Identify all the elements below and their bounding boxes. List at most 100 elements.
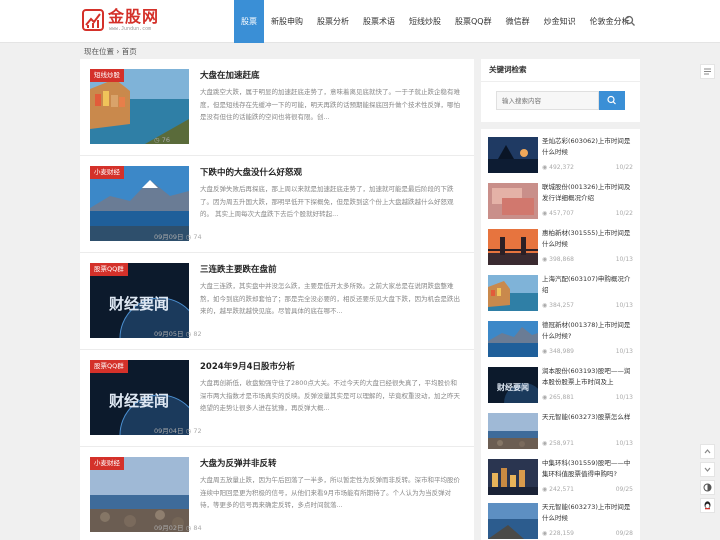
list-item[interactable]: 圣灿芯彩(603062)上市时间是什么时候 ◉ 492,372 10/22 <box>488 135 633 175</box>
post-title[interactable]: 2024年9月4日股市分析 <box>200 361 295 373</box>
nav-item-stocks[interactable]: 股票 <box>234 0 264 43</box>
main-nav: 股票 新股申购 股票分析 股票术语 短线炒股 股票QQ群 微信群 炒金知识 伦敦… <box>234 0 637 43</box>
item-date: 09/28 <box>615 530 633 537</box>
nav-item-gold[interactable]: 炒金知识 <box>537 0 583 43</box>
item-title[interactable]: 联城股份(001326)上市时间及发行详细概况介绍 <box>542 182 634 204</box>
list-item[interactable]: 天元智能(603273)上市时间是什么时候 ◉ 228,159 09/28 <box>488 501 633 540</box>
nav-item-short-term[interactable]: 短线炒股 <box>402 0 448 43</box>
post-item[interactable]: 财经要闻 股票QQ群 2024年9月4日股市分析 大盘再创新低，收盘勉强守住了2… <box>80 350 474 447</box>
list-item[interactable]: 天元智能(603273)股票怎么样 ◉ 258,971 10/13 <box>488 411 633 451</box>
list-item[interactable]: 联城股份(001326)上市时间及发行详细概况介绍 ◉ 457,707 10/2… <box>488 181 633 221</box>
scroll-top-button[interactable] <box>700 444 715 459</box>
item-thumbnail[interactable] <box>488 321 538 357</box>
item-title[interactable]: 德冠新材(001378)上市时间是什么时候? <box>542 320 634 342</box>
bridge-image <box>488 229 538 265</box>
item-date: 10/13 <box>615 256 633 263</box>
list-item[interactable]: 上海汽配(603107)申购概况介绍 ◉ 384,257 10/13 <box>488 273 633 313</box>
post-item[interactable]: 短线炒股 大盘在加速赶底 大盘跳空大跌，属于明显的加速赶底走势了，意味着离见底就… <box>80 59 474 156</box>
list-item[interactable]: 惠柏新材(301555)上市时间是什么时候 ◉ 398,868 10/13 <box>488 227 633 267</box>
list-item[interactable]: 德冠新材(001378)上市时间是什么时候? ◉ 348,989 10/13 <box>488 319 633 359</box>
item-views: ◉ 348,989 <box>542 348 574 355</box>
list-item[interactable]: 中集环科(301559)股吧——中集环科值股票值得申购吗? ◉ 242,571 … <box>488 457 633 497</box>
post-title[interactable]: 三连跌主要跌在盘前 <box>200 264 277 276</box>
item-views: ◉ 457,707 <box>542 210 574 217</box>
category-badge[interactable]: 短线炒股 <box>90 69 124 82</box>
list-icon <box>704 68 711 75</box>
list-item[interactable]: 财经要闻 润本股份(603193)股吧——润本股份股票上市时间及上 ◉ 265,… <box>488 365 633 405</box>
post-title[interactable]: 下跌中的大盘没什么好怒观 <box>200 167 302 179</box>
item-thumbnail[interactable] <box>488 183 538 219</box>
theme-toggle-button[interactable] <box>700 480 715 495</box>
item-title[interactable]: 润本股份(603193)股吧——润本股份股票上市时间及上 <box>542 366 634 388</box>
post-excerpt: 大盘三连跌，其实盘中并没怎么跌，主要是低开太多所致。之前大家总是在说阴跌盘整难熬… <box>200 282 460 315</box>
item-title[interactable]: 惠柏新材(301555)上市时间是什么时候 <box>542 228 634 250</box>
post-list: 短线炒股 大盘在加速赶底 大盘跳空大跌，属于明显的加速赶底走势了，意味着离见底就… <box>80 59 474 540</box>
logo-chart-icon <box>82 9 104 31</box>
post-item[interactable]: 财经要闻 股票QQ群 三连跌主要跌在盘前 大盘三连跌，其实盘中并没怎么跌，主要是… <box>80 253 474 350</box>
item-thumbnail[interactable] <box>488 137 538 173</box>
search-button[interactable] <box>599 91 625 110</box>
post-thumbnail[interactable]: 财经要闻 股票QQ群 <box>90 263 189 338</box>
logo-text: 金股网 <box>108 7 160 26</box>
item-views: ◉ 265,881 <box>542 394 574 401</box>
post-item[interactable]: 小麦财经 大盘为反弹并非反转 大盘周五放量止跌，因为午后回落了一半多，所以暂定性… <box>80 447 474 540</box>
item-thumbnail[interactable] <box>488 413 538 449</box>
qq-icon <box>704 501 711 510</box>
category-badge[interactable]: 股票QQ群 <box>90 360 128 373</box>
chevron-down-icon <box>704 467 711 472</box>
item-date: 10/13 <box>615 440 633 447</box>
item-date: 10/13 <box>615 302 633 309</box>
item-title[interactable]: 圣灿芯彩(603062)上市时间是什么时候 <box>542 136 634 158</box>
post-thumbnail[interactable]: 财经要闻 股票QQ群 <box>90 360 189 435</box>
rocky-shore-image <box>488 413 538 449</box>
scroll-bottom-button[interactable] <box>700 462 715 477</box>
category-badge[interactable]: 小麦财经 <box>90 457 124 470</box>
item-date: 10/13 <box>615 348 633 355</box>
post-title[interactable]: 大盘在加速赶底 <box>200 70 260 82</box>
item-title[interactable]: 天元智能(603273)上市时间是什么时候 <box>542 502 634 524</box>
item-thumbnail[interactable]: 财经要闻 <box>488 367 538 403</box>
item-thumbnail[interactable] <box>488 275 538 311</box>
chevron-up-icon <box>704 449 711 454</box>
category-badge[interactable]: 小麦财经 <box>90 166 124 179</box>
item-thumbnail[interactable] <box>488 229 538 265</box>
search-icon[interactable] <box>624 15 636 27</box>
thumb-overlay-text: 财经要闻 <box>496 382 529 392</box>
post-excerpt: 大盘反弹失败后再探底，那上周以来就是加速赶底走势了，加速就可能是最后阶段的下跌了… <box>200 185 454 218</box>
item-date: 09/25 <box>615 486 633 493</box>
nav-item-qq-group[interactable]: 股票QQ群 <box>448 0 499 43</box>
search-icon <box>607 95 616 105</box>
nav-item-terms[interactable]: 股票术语 <box>356 0 402 43</box>
item-date: 10/22 <box>615 164 633 171</box>
logo-subtitle: www.Jundun.com <box>109 26 152 32</box>
mountain-lake-image <box>488 321 538 357</box>
item-views: ◉ 258,971 <box>542 440 574 447</box>
nav-item-analysis[interactable]: 股票分析 <box>310 0 356 43</box>
search-row <box>496 91 625 110</box>
menu-icon[interactable] <box>700 64 715 79</box>
nav-item-ipo[interactable]: 新股申购 <box>264 0 310 43</box>
banknotes-image <box>488 183 538 219</box>
item-title[interactable]: 天元智能(603273)股票怎么样 <box>542 412 634 434</box>
nav-item-wechat-group[interactable]: 微信群 <box>499 0 537 43</box>
item-title[interactable]: 上海汽配(603107)申购概况介绍 <box>542 274 634 296</box>
post-thumbnail[interactable]: 短线炒股 <box>90 69 189 144</box>
item-thumbnail[interactable] <box>488 459 538 495</box>
search-input[interactable] <box>496 91 599 110</box>
post-thumbnail[interactable]: 小麦财经 <box>90 166 189 241</box>
breadcrumb: 现在位置 › 首页 <box>84 47 137 56</box>
category-badge[interactable]: 股票QQ群 <box>90 263 128 276</box>
qq-contact-button[interactable] <box>700 498 715 513</box>
post-item[interactable]: 小麦财经 下跌中的大盘没什么好怒观 大盘反弹失败后再探底，那上周以来就是加速赶底… <box>80 156 474 253</box>
site-header: 金股网 www.Jundun.com 股票 新股申购 股票分析 股票术语 短线炒… <box>0 0 720 43</box>
item-views: ◉ 492,372 <box>542 164 574 171</box>
post-title[interactable]: 大盘为反弹并非反转 <box>200 458 277 470</box>
item-views: ◉ 384,257 <box>542 302 574 309</box>
item-title[interactable]: 中集环科(301559)股吧——中集环科值股票值得申购吗? <box>542 458 634 480</box>
site-logo[interactable]: 金股网 www.Jundun.com <box>82 8 162 34</box>
item-thumbnail[interactable] <box>488 503 538 539</box>
coastal-town-image <box>488 275 538 311</box>
popular-widget: 圣灿芯彩(603062)上市时间是什么时候 ◉ 492,372 10/22 联城… <box>481 129 640 540</box>
post-thumbnail[interactable]: 小麦财经 <box>90 457 189 532</box>
search-widget: 关键词检索 <box>481 59 640 122</box>
